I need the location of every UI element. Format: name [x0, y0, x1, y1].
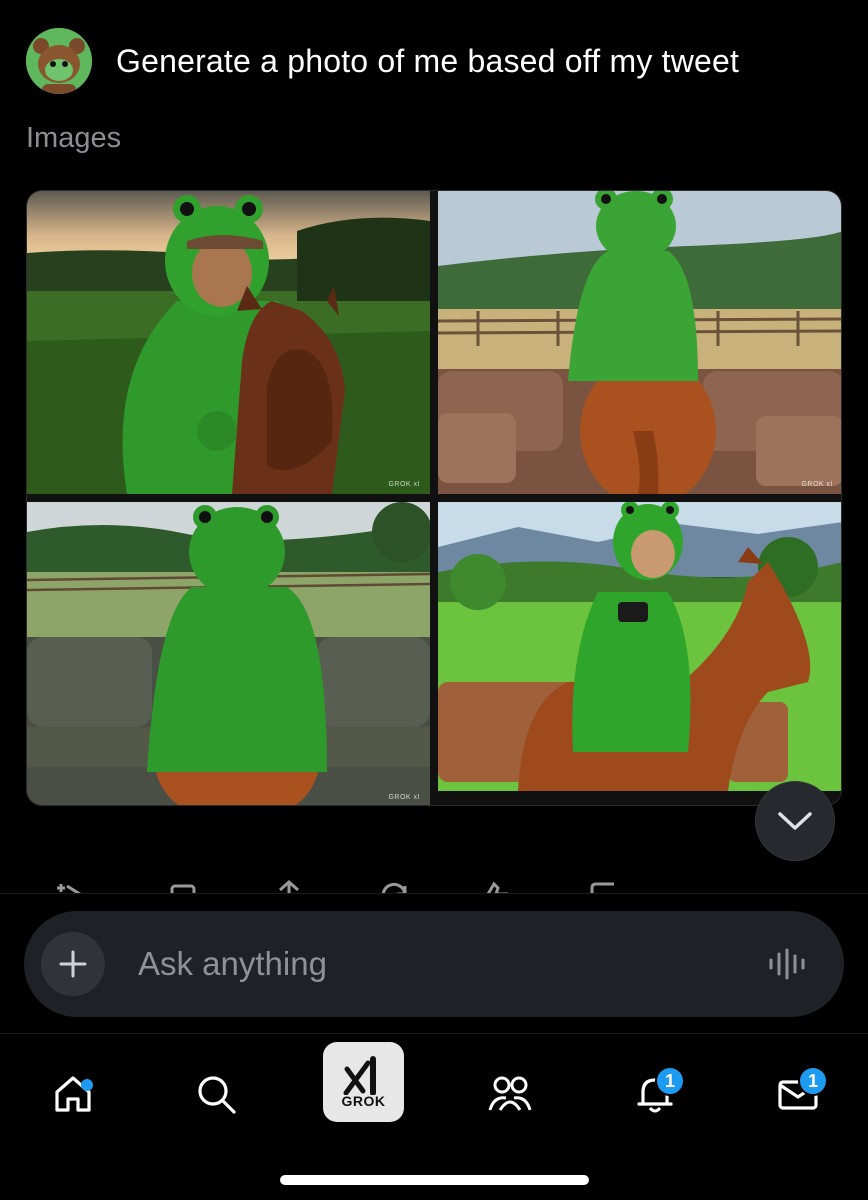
- copy-icon[interactable]: [166, 880, 200, 894]
- ask-input[interactable]: Ask anything: [138, 945, 327, 983]
- generated-image-2[interactable]: GROK xI: [438, 191, 841, 494]
- image-grid: GROK xI GROK xI GROK xI: [26, 190, 842, 806]
- share-icon[interactable]: [272, 880, 306, 894]
- composer-area: Ask anything: [0, 893, 868, 1033]
- scroll-down-button[interactable]: [755, 781, 835, 861]
- response-actions: [0, 872, 868, 894]
- avatar[interactable]: [26, 28, 92, 94]
- messages-badge: 1: [798, 1066, 828, 1096]
- composer[interactable]: Ask anything: [24, 911, 844, 1017]
- tab-communities[interactable]: [480, 1064, 540, 1124]
- prompt-text: Generate a photo of me based off my twee…: [116, 42, 740, 79]
- voice-waveform-icon[interactable]: [768, 948, 808, 980]
- generated-image-1[interactable]: GROK xI: [27, 191, 430, 494]
- attach-button[interactable]: [41, 932, 105, 996]
- tab-grok[interactable]: GROK: [323, 1042, 404, 1122]
- chevron-down-icon: [778, 812, 812, 830]
- grok-logo-icon: [343, 1056, 376, 1095]
- retry-icon[interactable]: [377, 880, 411, 894]
- generated-image-4[interactable]: [438, 502, 841, 791]
- thumbs-up-icon[interactable]: [480, 880, 514, 894]
- watermark: GROK xI: [388, 794, 420, 801]
- home-indicator[interactable]: [280, 1175, 589, 1185]
- tab-notifications[interactable]: 1: [625, 1064, 685, 1124]
- images-section-label: Images: [26, 122, 122, 154]
- notifications-badge: 1: [655, 1066, 685, 1096]
- generated-image-3[interactable]: GROK xI: [27, 502, 430, 805]
- search-icon: [198, 1076, 236, 1114]
- watermark: GROK xI: [801, 481, 833, 488]
- more-icon[interactable]: [586, 880, 620, 894]
- plus-icon: [59, 950, 87, 978]
- tab-search[interactable]: [186, 1064, 246, 1124]
- people-icon: [488, 1076, 532, 1111]
- watermark: GROK xI: [388, 481, 420, 488]
- tab-messages[interactable]: 1: [768, 1064, 828, 1124]
- tab-home[interactable]: [43, 1064, 103, 1124]
- grok-label: GROK: [341, 1093, 386, 1109]
- home-unread-dot: [81, 1079, 93, 1091]
- regenerate-icon[interactable]: [57, 880, 91, 894]
- user-prompt: Generate a photo of me based off my twee…: [26, 28, 739, 94]
